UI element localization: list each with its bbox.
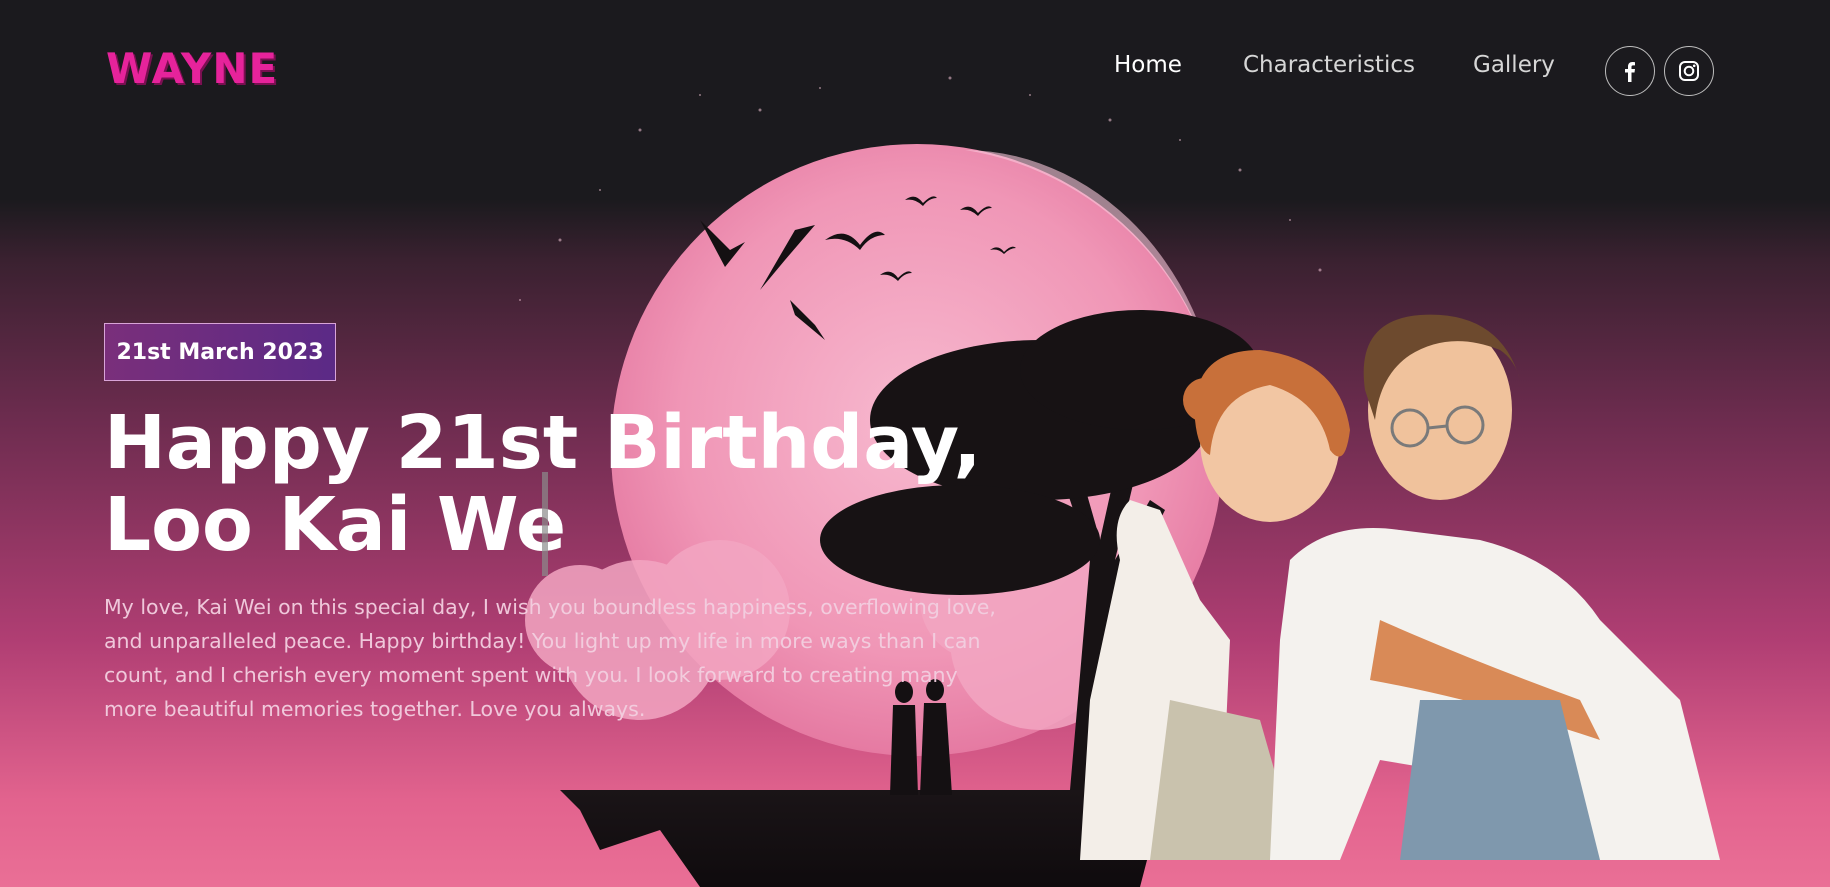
facebook-icon (1625, 62, 1635, 82)
hero-message: My love, Kai Wei on this special day, I … (104, 595, 996, 721)
nav-characteristics[interactable]: Characteristics (1243, 52, 1415, 78)
instagram-icon (1679, 61, 1699, 81)
nav-gallery[interactable]: Gallery (1473, 52, 1555, 78)
instagram-button[interactable] (1664, 46, 1714, 96)
brand-logo[interactable]: WAYNE (106, 44, 278, 93)
couple-illustration (1080, 314, 1720, 860)
top-bar (0, 0, 1830, 200)
date-badge: 21st March 2023 (104, 323, 336, 381)
nav-home[interactable]: Home (1114, 52, 1182, 78)
text-cursor (542, 472, 548, 576)
facebook-button[interactable] (1605, 46, 1655, 96)
